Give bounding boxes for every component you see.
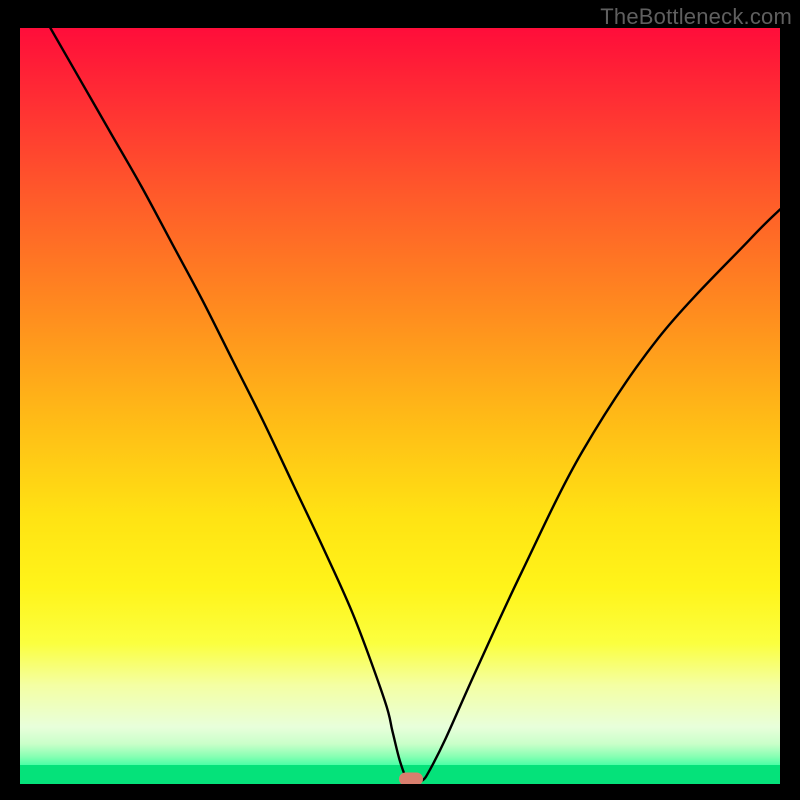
plot-area <box>20 28 780 784</box>
chart-container: TheBottleneck.com <box>0 0 800 800</box>
curve-svg <box>20 28 780 784</box>
optimum-marker <box>399 773 423 784</box>
bottleneck-curve <box>50 28 780 782</box>
watermark-text: TheBottleneck.com <box>600 4 792 30</box>
